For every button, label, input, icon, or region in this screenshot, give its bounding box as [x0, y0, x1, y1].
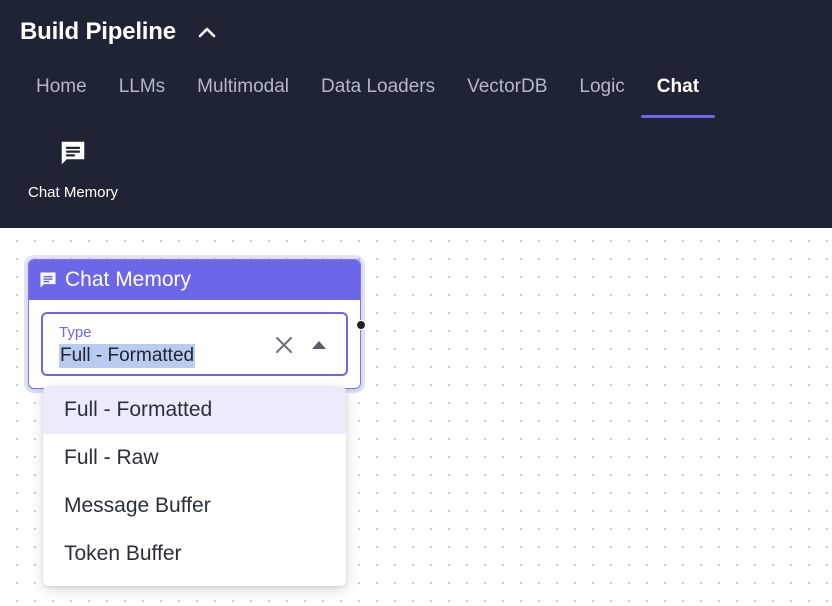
- close-icon[interactable]: [273, 334, 295, 356]
- tab-home[interactable]: Home: [20, 62, 103, 112]
- tab-label: LLMs: [118, 76, 166, 97]
- tab-bar: Home LLMs Multimodal Data Loaders Vector…: [20, 62, 716, 120]
- tab-chat[interactable]: Chat: [640, 62, 716, 118]
- type-dropdown-menu: Full - Formatted Full - Raw Message Buff…: [43, 386, 346, 586]
- type-select-value[interactable]: Full - Formatted: [59, 344, 196, 368]
- tab-label: Chat: [656, 76, 700, 97]
- type-select[interactable]: Type Full - Formatted: [41, 312, 348, 376]
- node-title: Chat Memory: [65, 268, 192, 291]
- app-title: Build Pipeline: [20, 18, 176, 45]
- tab-data-loaders[interactable]: Data Loaders: [305, 62, 451, 112]
- tab-label: Logic: [579, 76, 625, 97]
- dropdown-option-token-buffer[interactable]: Token Buffer: [43, 530, 346, 578]
- tab-multimodal[interactable]: Multimodal: [181, 62, 305, 112]
- type-field-label: Type: [59, 324, 92, 341]
- chat-bubble-icon: [56, 136, 90, 170]
- tab-label: Home: [36, 76, 87, 97]
- tab-vectordb[interactable]: VectorDB: [451, 62, 563, 112]
- title-row: Build Pipeline: [20, 14, 218, 50]
- dropdown-option-message-buffer[interactable]: Message Buffer: [43, 482, 346, 530]
- tab-label: Multimodal: [197, 76, 290, 97]
- dropdown-option-full-formatted[interactable]: Full - Formatted: [43, 386, 346, 434]
- node-output-handle[interactable]: [356, 320, 366, 330]
- tab-logic[interactable]: Logic: [563, 62, 640, 112]
- top-bar: Build Pipeline Home LLMs Multimodal Data…: [0, 0, 832, 228]
- palette-item-chat-memory[interactable]: Chat Memory: [14, 136, 132, 216]
- tab-label: VectorDB: [467, 76, 548, 97]
- tab-label: Data Loaders: [321, 76, 436, 97]
- palette-item-label: Chat Memory: [27, 184, 119, 201]
- dropdown-option-full-raw[interactable]: Full - Raw: [43, 434, 346, 482]
- tab-llms[interactable]: LLMs: [103, 62, 181, 112]
- node-header[interactable]: Chat Memory: [29, 260, 360, 300]
- triangle-up-icon[interactable]: [308, 334, 330, 356]
- chat-bubble-icon: [37, 269, 59, 291]
- chevron-up-icon[interactable]: [196, 21, 218, 43]
